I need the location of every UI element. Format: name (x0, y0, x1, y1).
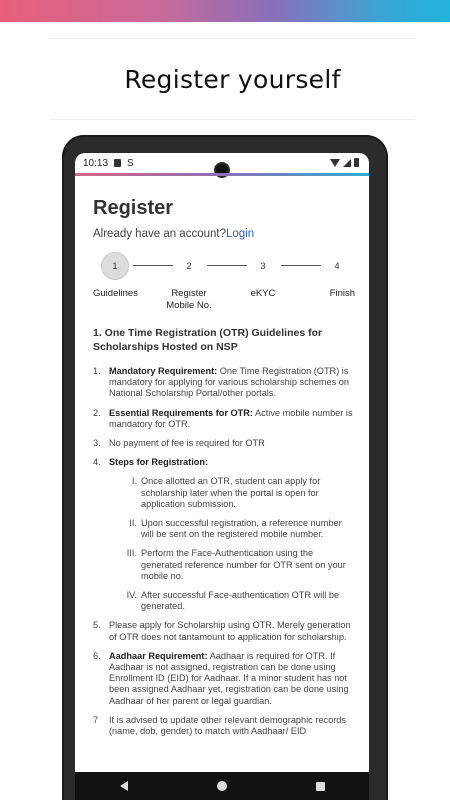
register-content: Register Already have an account?Login 1… (93, 189, 355, 745)
sub-item-text: Upon successful registration, a referenc… (141, 518, 342, 540)
sub-list-item: II. Upon successful registration, a refe… (109, 518, 355, 540)
phone-screen: 10:13 S Register Already have an account… (75, 153, 369, 800)
list-item-heading: Aadhaar Requirement: (109, 650, 208, 661)
app-header-strip (75, 173, 369, 176)
list-item-number: 1. (93, 366, 101, 376)
home-icon[interactable] (216, 781, 227, 791)
status-time: 10:13 (83, 157, 109, 169)
sub-list-item: III. Perform the Face-Authentication usi… (109, 548, 355, 582)
account-prompt-text: Already have an account? (93, 228, 226, 240)
sub-item-number: II. (129, 518, 137, 529)
step-labels: Guidelines Register Mobile No. eKYC Fini… (93, 288, 355, 314)
step-2-indicator[interactable]: 2 (175, 252, 203, 280)
list-item: 4. Steps for Registration: I. Once allot… (93, 457, 355, 612)
sub-item-text: Once allotted an OTR, student can apply … (141, 476, 321, 509)
app-notification-icon: S (127, 157, 134, 169)
registration-stepper: 1 2 3 4 (93, 252, 355, 286)
list-item-number: 3. (93, 438, 101, 449)
sub-item-number: IV. (126, 590, 137, 601)
step-4-label: Finish (329, 288, 355, 299)
list-item: 5. Please apply for Scholarship using OT… (93, 620, 355, 642)
step-4-indicator[interactable]: 4 (323, 252, 351, 280)
list-item: 6. Aadhaar Requirement: Aadhaar is requi… (93, 651, 355, 707)
sim-card-icon (114, 159, 122, 167)
battery-icon (354, 158, 359, 167)
recent-apps-icon[interactable] (315, 781, 325, 791)
list-item: 3. No payment of fee is required for OTR (93, 438, 355, 449)
page-title: Register (93, 197, 174, 219)
android-nav-bar (75, 772, 369, 800)
sub-item-number: III. (126, 548, 137, 559)
list-item-number: 2. (93, 407, 101, 418)
list-item-text: Please apply for Scholarship using OTR. … (109, 620, 351, 642)
account-prompt: Already have an account?Login (93, 228, 355, 240)
list-item-heading: Steps for Registration: (109, 457, 209, 468)
top-gradient-banner (0, 0, 450, 22)
step-1-indicator[interactable]: 1 (101, 252, 129, 280)
status-indicators (330, 158, 359, 167)
list-item-number: 6. (93, 650, 101, 661)
list-item-number: 4. (93, 457, 101, 468)
step-connector (281, 265, 321, 266)
login-link[interactable]: Login (226, 228, 254, 240)
step-connector (133, 265, 173, 266)
step-2-label: Register Mobile No. (166, 288, 212, 311)
guidelines-list: 1. Mandatory Requirement: One Time Regis… (93, 366, 355, 737)
step-3-indicator[interactable]: 3 (249, 252, 277, 280)
list-item-text: No payment of fee is required for OTR (109, 438, 265, 449)
guidelines-title: 1. One Time Registration (OTR) Guideline… (93, 327, 323, 353)
sub-item-number: I. (131, 476, 137, 487)
list-item-number: 7 (93, 714, 99, 725)
wifi-icon (330, 158, 340, 167)
list-item-heading: Mandatory Requirement: (109, 366, 218, 376)
sub-item-text: After successful Face-authentication OTR… (141, 590, 340, 612)
back-icon[interactable] (119, 781, 128, 791)
list-item-heading: Essential Requirements for OTR: (109, 407, 253, 418)
list-item: 2. Essential Requirements for OTR: Activ… (93, 408, 355, 430)
step-3-label: eKYC (250, 288, 276, 299)
list-item: 1. Mandatory Requirement: One Time Regis… (93, 366, 355, 400)
step-connector (207, 265, 247, 266)
sub-list-item: IV. After successful Face-authentication… (109, 590, 355, 612)
signal-icon (343, 158, 351, 167)
list-item: 7 It is advised to update other relevant… (93, 715, 355, 737)
sub-item-text: Perform the Face-Authentication using th… (141, 548, 346, 581)
sub-list-item: I. Once allotted an OTR, student can app… (109, 476, 355, 510)
registration-steps-sublist: I. Once allotted an OTR, student can app… (109, 476, 355, 612)
list-item-text: It is advised to update other relevant d… (109, 714, 346, 737)
promo-title: Register yourself (50, 38, 415, 120)
list-item-number: 5. (93, 620, 101, 631)
step-1-label: Guidelines (93, 288, 138, 299)
